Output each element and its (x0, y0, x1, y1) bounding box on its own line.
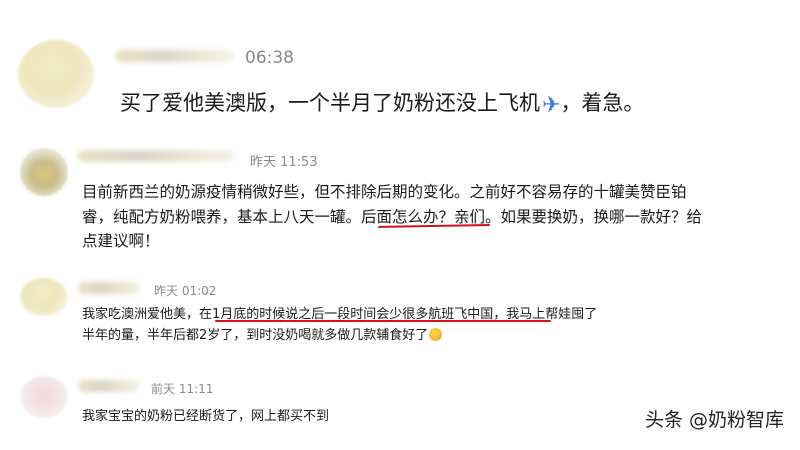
comment-text-line: 买了爱他美澳版，一个半月了奶粉还没上飞机 (120, 91, 540, 115)
highlighted-text: 后面怎么办？亲们 (361, 208, 486, 226)
comment-time: 昨天 11:53 (250, 155, 318, 170)
grin-emoji-icon (429, 328, 443, 341)
comment-time: 前天 11:11 (151, 382, 214, 396)
avatar[interactable] (20, 278, 68, 316)
comment-text-segment: 我家吃澳洲爱他美， (82, 307, 200, 322)
comment-text-line: 半年的量，半年后都2岁了，到时没奶喝就多做几款辅食好了 (82, 324, 443, 343)
comment-text-line: 点建议啊！ (82, 232, 160, 250)
username-blurred (78, 380, 140, 392)
comment-text-line: 目前新西兰的奶源疫情稍微好些，但不排除后期的变化。之前好不容易存的十罐美赞臣铂 (82, 183, 687, 201)
username-blurred (78, 282, 140, 294)
username-blurred (78, 150, 234, 162)
comment-text-line: 我家宝宝的奶粉已经断货了，网上都买不到 (82, 409, 330, 424)
comment-text-segment: 半年的量，半年后都2岁了，到时没奶喝就多做几款辅食好了 (82, 328, 429, 343)
comment-text-line: 睿，纯配方奶粉喂养，基本上八天一罐。后面怎么办？亲们。如果要换奶，换哪一款好？给 (82, 205, 702, 227)
comment-text-line: ，着急。 (560, 91, 645, 115)
comment-text-segment: 睿，纯配方奶粉喂养，基本上八天一罐。 (82, 208, 362, 226)
watermark: 头条 @奶粉智库 (644, 409, 784, 431)
avatar[interactable] (18, 40, 94, 108)
comment-time: 昨天 01:02 (154, 284, 217, 298)
avatar[interactable] (20, 376, 68, 418)
comment-text: 买了爱他美澳版，一个半月了奶粉还没上飞机✈，着急。 (120, 87, 644, 118)
username-blurred (115, 50, 233, 62)
airplane-icon: ✈ (542, 93, 561, 118)
comment-time: 06:38 (245, 48, 294, 68)
avatar[interactable] (20, 148, 68, 196)
comment-text-segment: 。如果要换奶，换哪一款好？给 (485, 208, 703, 226)
red-underline (215, 320, 551, 322)
